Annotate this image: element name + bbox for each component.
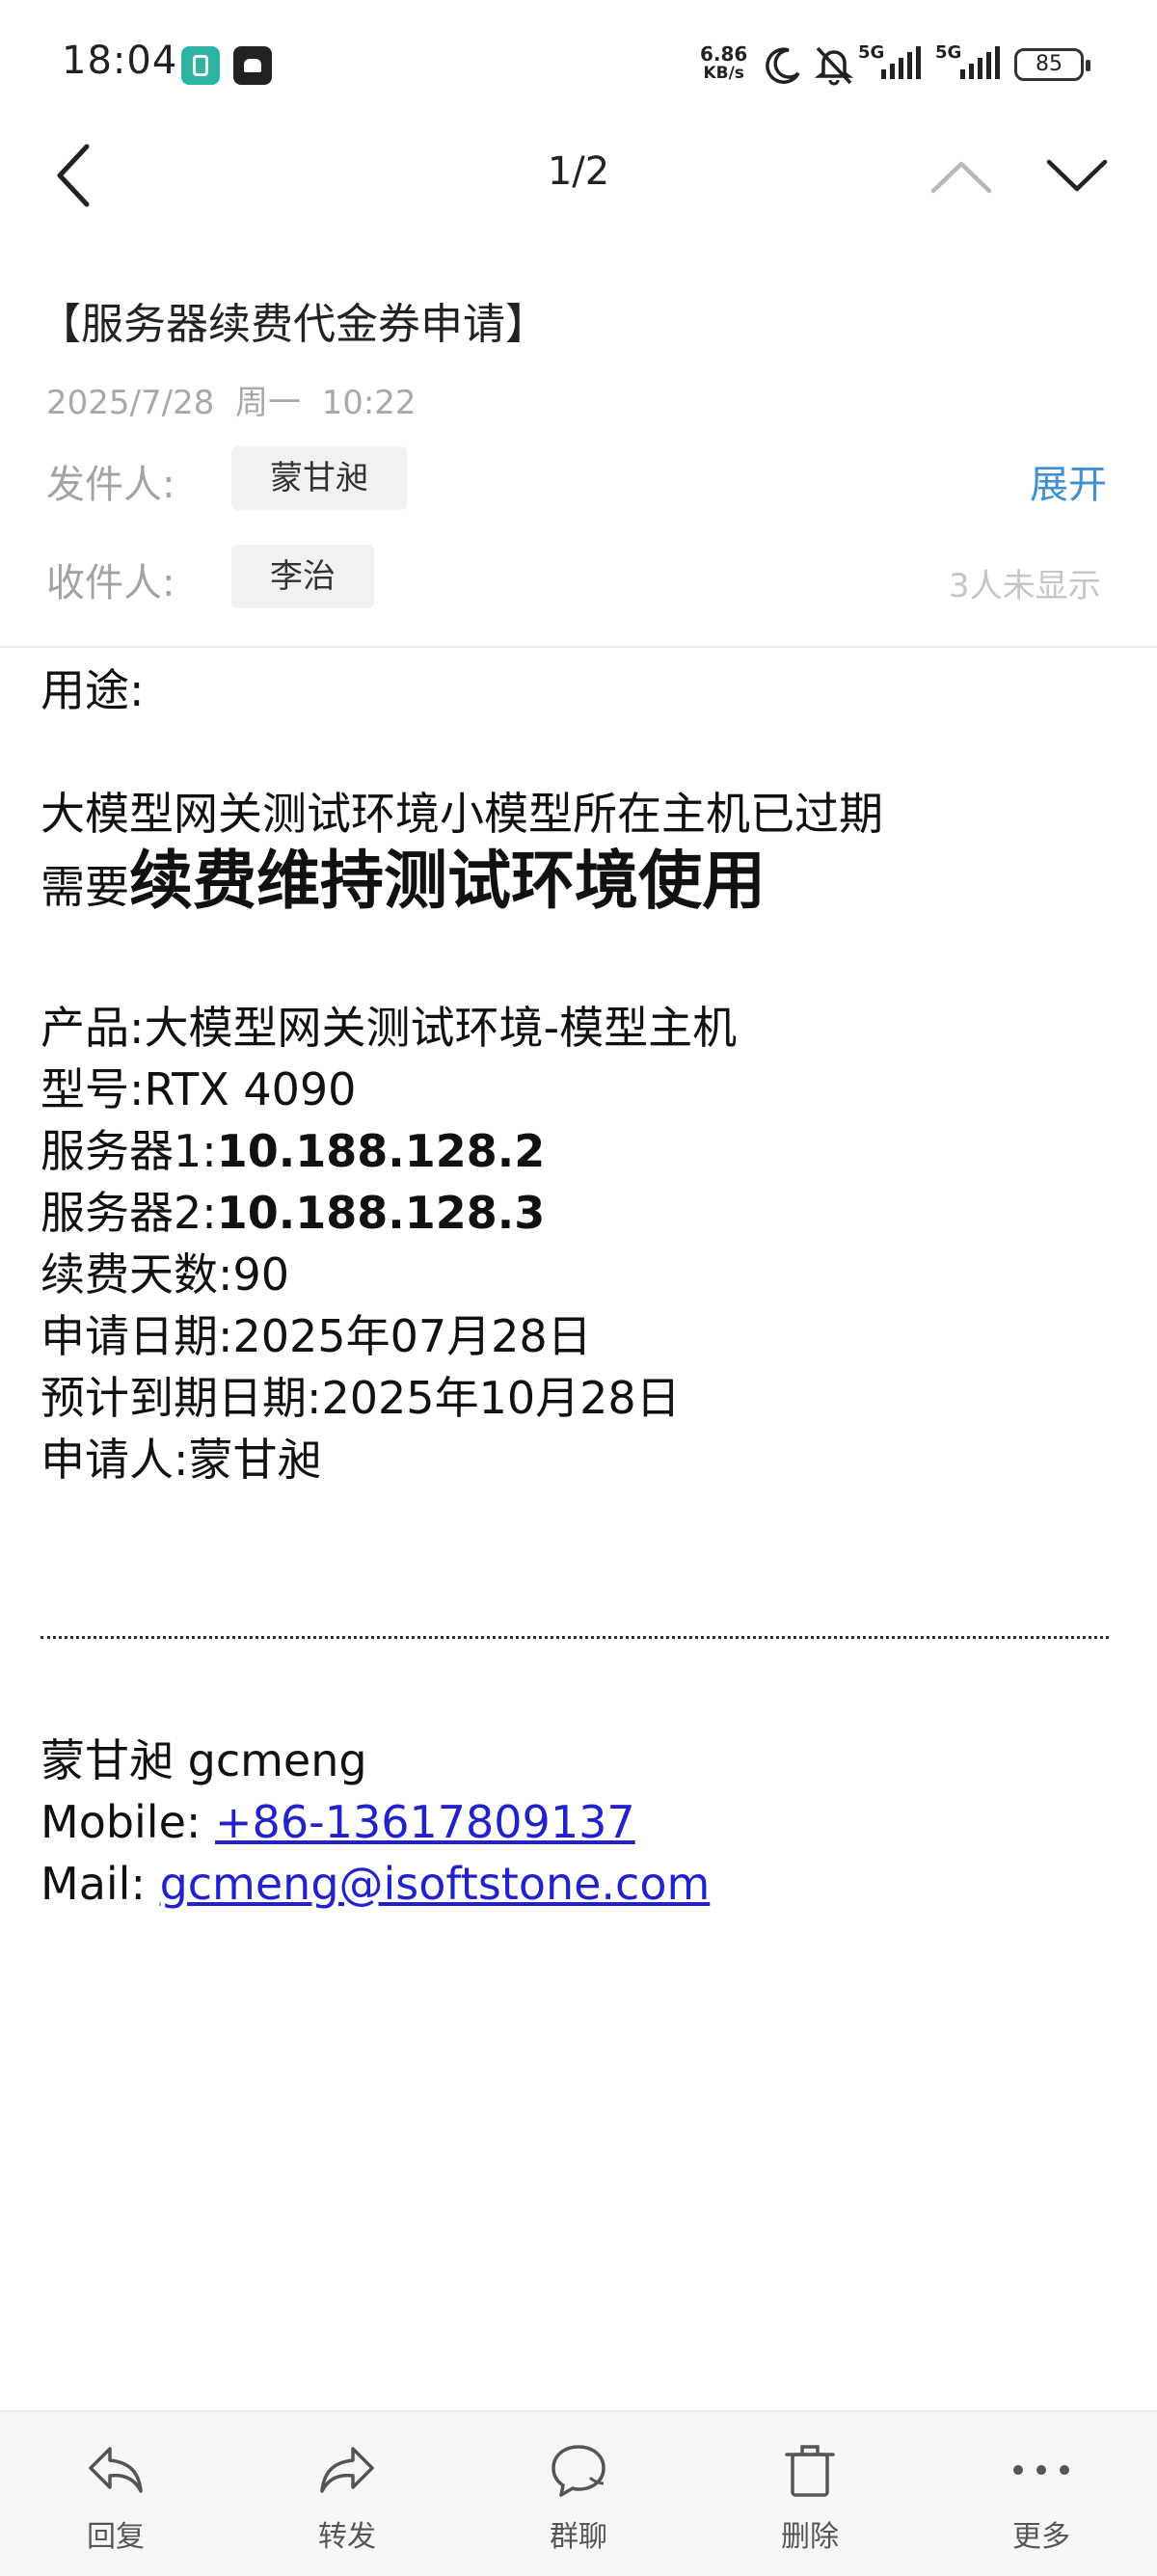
mail-subject: 【服务器续费代金券申请】 xyxy=(39,300,548,349)
mail-link[interactable]: gcmeng@isoftstone.com xyxy=(160,1858,711,1910)
body-line-2-emphasis: 续费维持测试环境使用 xyxy=(129,844,766,918)
mobile-link[interactable]: +86-13617809137 xyxy=(215,1796,635,1848)
forward-icon xyxy=(320,2447,374,2493)
bottom-action-bar: 回复 转发 群聊 删除 更多 xyxy=(0,2410,1157,2576)
reply-button[interactable]: 回复 xyxy=(0,2412,231,2576)
sender-chip[interactable]: 蒙甘昶 xyxy=(231,446,407,510)
product-line: 产品:大模型网关测试环境-模型主机 xyxy=(40,1002,738,1054)
forward-label: 转发 xyxy=(318,2520,376,2554)
reply-icon xyxy=(89,2447,143,2493)
server2-ip: 10.188.128.3 xyxy=(216,1187,546,1239)
mail-datetime: 2025/7/28 周一 10:22 xyxy=(46,384,417,422)
network-speed: 6.86 KB/s xyxy=(700,44,747,83)
more-label: 更多 xyxy=(1012,2520,1070,2554)
sender-label: 发件人: xyxy=(46,463,175,507)
server1-line: 服务器1:10.188.128.2 xyxy=(40,1120,545,1182)
trash-icon xyxy=(785,2445,835,2497)
server2-label: 服务器2: xyxy=(40,1187,217,1239)
more-button[interactable]: 更多 xyxy=(926,2412,1157,2576)
back-chevron-icon[interactable] xyxy=(50,141,98,210)
server2-line: 服务器2:10.188.128.3 xyxy=(40,1182,545,1244)
more-dots-icon xyxy=(1013,2465,1069,2475)
android-app-icon xyxy=(233,46,272,85)
signature-mail-line: Mail: gcmeng@isoftstone.com xyxy=(40,1853,710,1915)
signature-mobile-line: Mobile: +86-13617809137 xyxy=(40,1791,635,1853)
apply-date-line: 申请日期:2025年07月28日 xyxy=(40,1310,592,1362)
forward-button[interactable]: 转发 xyxy=(231,2412,463,2576)
delete-label: 删除 xyxy=(781,2520,839,2554)
delete-button[interactable]: 删除 xyxy=(694,2412,926,2576)
chat-bubble-icon xyxy=(552,2445,605,2497)
applicant-line: 申请人:蒙甘昶 xyxy=(40,1434,322,1486)
model-line: 型号:RTX 4090 xyxy=(40,1063,357,1115)
server1-ip: 10.188.128.2 xyxy=(216,1125,546,1177)
notification-app-icon xyxy=(181,46,220,85)
header-divider xyxy=(0,646,1157,648)
battery-indicator: 85 xyxy=(1014,48,1090,81)
do-not-disturb-moon-icon xyxy=(766,47,800,84)
reply-label: 回复 xyxy=(87,2520,145,2554)
body-line-1: 大模型网关测试环境小模型所在主机已过期 xyxy=(40,788,883,840)
network-speed-unit: KB/s xyxy=(703,64,744,83)
status-time: 18:04 xyxy=(62,39,178,83)
previous-mail-chevron-up-icon[interactable] xyxy=(928,154,995,197)
group-chat-label: 群聊 xyxy=(550,2520,607,2554)
purpose-label: 用途: xyxy=(40,664,145,716)
expand-link[interactable]: 展开 xyxy=(1030,453,1107,509)
server1-label: 服务器1: xyxy=(40,1125,217,1177)
page-indicator: 1/2 xyxy=(547,149,610,194)
signature-name: 蒙甘昶 gcmeng xyxy=(40,1734,367,1786)
recipient-label: 收件人: xyxy=(46,561,175,605)
mail-label: Mail: xyxy=(40,1858,160,1910)
mobile-label: Mobile: xyxy=(40,1796,216,1848)
body-line-2: 需要续费维持测试环境使用 xyxy=(40,849,766,918)
signature-divider xyxy=(40,1636,1109,1639)
hidden-recipients-count[interactable]: 3人未显示 xyxy=(949,559,1101,606)
next-mail-chevron-down-icon[interactable] xyxy=(1043,154,1111,197)
muted-bell-icon xyxy=(814,46,854,86)
signal-bars-icon-2 xyxy=(960,46,1000,79)
expire-date-line: 预计到期日期:2025年10月28日 xyxy=(40,1372,681,1424)
body-line-2-prefix: 需要 xyxy=(40,861,129,913)
network-speed-value: 6.86 xyxy=(700,42,748,66)
recipient-chip[interactable]: 李治 xyxy=(231,545,374,608)
group-chat-button[interactable]: 群聊 xyxy=(463,2412,694,2576)
renewal-days-line: 续费天数:90 xyxy=(40,1248,290,1301)
signal-bars-icon xyxy=(881,46,921,79)
